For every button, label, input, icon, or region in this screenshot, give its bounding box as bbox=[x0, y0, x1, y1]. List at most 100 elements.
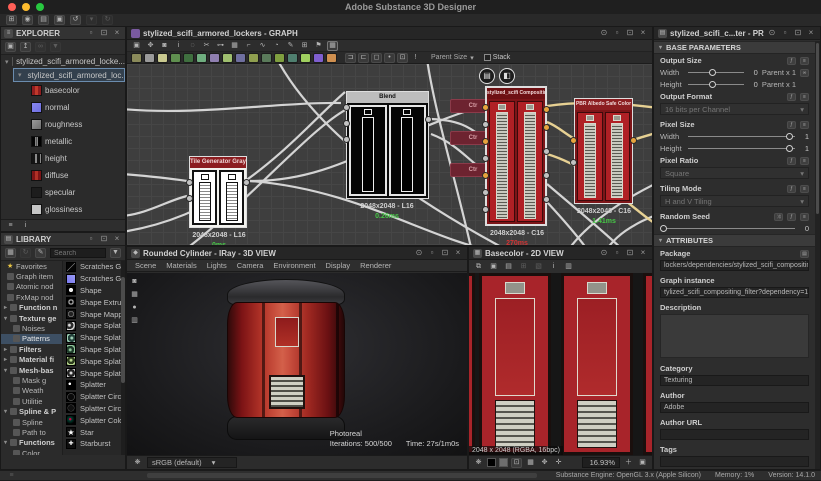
graph-tab-title[interactable]: stylized_scifi_armored_lockers - GRAPH bbox=[143, 29, 596, 38]
duplicate-icon[interactable]: ⧉ bbox=[473, 262, 484, 272]
graph-canvas[interactable]: Tile Generator Grayscale 2048x2048 - L16… bbox=[127, 64, 652, 245]
category-row[interactable]: Texture ge bbox=[1, 313, 62, 323]
view2d-tab-title[interactable]: Basecolor - 2D VIEW bbox=[485, 249, 596, 258]
output-row[interactable]: specular bbox=[1, 184, 125, 201]
category-row[interactable]: Mask g bbox=[1, 375, 62, 385]
background-swatch[interactable] bbox=[487, 458, 496, 467]
zoom-in-icon[interactable]: ＋ bbox=[623, 458, 634, 468]
straight-links-icon[interactable]: ⌐ bbox=[243, 41, 254, 51]
category-row[interactable]: Graph item bbox=[1, 271, 62, 281]
toggle-thumbnail-icon[interactable]: ◧ bbox=[499, 68, 515, 84]
output-port[interactable] bbox=[543, 106, 550, 113]
input-port[interactable] bbox=[343, 120, 350, 127]
category-row[interactable]: Favorites bbox=[1, 261, 62, 271]
frame-icon[interactable]: ⊞ bbox=[299, 41, 310, 51]
category-row[interactable]: Utilitie bbox=[1, 396, 62, 406]
info-icon[interactable]: i bbox=[20, 221, 31, 231]
zoom-level-field[interactable]: 16.93% bbox=[582, 457, 620, 468]
input-port[interactable] bbox=[570, 137, 577, 144]
input-port[interactable] bbox=[186, 179, 193, 186]
comment-icon[interactable]: ◻ bbox=[371, 53, 382, 63]
material-icon[interactable]: ● bbox=[129, 303, 140, 313]
pin-panel-icon[interactable]: ⊙ bbox=[599, 28, 609, 38]
channels-icon[interactable]: ❋ bbox=[473, 458, 484, 468]
library-item[interactable]: Shape bbox=[63, 285, 125, 297]
close-panel-icon[interactable]: × bbox=[806, 28, 816, 38]
channel-shuffle-node-icon[interactable] bbox=[183, 53, 194, 63]
graph-instance-field[interactable]: tylized_scifi_compositing_filter?depende… bbox=[660, 287, 809, 298]
height-node-icon[interactable] bbox=[300, 53, 311, 63]
output-row[interactable]: metallic bbox=[1, 133, 125, 150]
grid-snap-icon[interactable]: ▦ bbox=[327, 41, 338, 51]
pin-graph-icon[interactable]: ⚑ bbox=[313, 41, 324, 51]
tiling-icon[interactable]: ▧ bbox=[533, 262, 544, 272]
function-icon[interactable]: ƒ bbox=[787, 57, 796, 65]
wireframe-icon[interactable]: ▦ bbox=[129, 290, 140, 300]
output-node-icon[interactable]: ⊏ bbox=[358, 53, 369, 63]
library-item[interactable]: Splatter Color bbox=[63, 414, 125, 426]
library-item[interactable]: Shape Splatter Ble... bbox=[63, 344, 125, 356]
output-format-dropdown[interactable]: 16 bits per Channel ▾ bbox=[660, 103, 809, 115]
output-row[interactable]: glossiness bbox=[1, 201, 125, 218]
input-port[interactable] bbox=[482, 155, 489, 162]
width-slider[interactable] bbox=[688, 68, 744, 77]
gradient-node-icon[interactable] bbox=[209, 53, 220, 63]
author-url-field[interactable] bbox=[660, 429, 809, 440]
normal-node-icon[interactable] bbox=[248, 53, 259, 63]
param-menu-icon[interactable]: ≡ bbox=[800, 213, 809, 221]
input-port[interactable] bbox=[343, 136, 350, 143]
graph-row[interactable]: ▾ stylized_scifi_armored_loc... bbox=[13, 68, 125, 82]
view3d-menu-item[interactable]: Scene bbox=[135, 261, 156, 270]
undo-dropdown-icon[interactable]: ▾ bbox=[86, 15, 97, 25]
param-menu-icon[interactable]: ≡ bbox=[800, 93, 809, 101]
image-icon[interactable]: ▦ bbox=[229, 41, 240, 51]
expand-arrow-icon[interactable]: ▾ bbox=[5, 58, 9, 66]
output-row[interactable]: height bbox=[1, 150, 125, 167]
center-icon[interactable]: ✛ bbox=[553, 458, 564, 468]
tile-generator-node[interactable]: Tile Generator Grayscale bbox=[189, 156, 247, 228]
input-port[interactable] bbox=[482, 172, 489, 179]
transform-node-icon[interactable] bbox=[274, 53, 285, 63]
input-port[interactable] bbox=[482, 189, 489, 196]
library-item[interactable]: Splatter Circul... bbox=[63, 391, 125, 403]
link-resource-icon[interactable]: ◉ bbox=[22, 15, 33, 25]
function-icon[interactable]: ƒ bbox=[787, 121, 796, 129]
dot-node-icon[interactable]: • bbox=[384, 53, 395, 63]
blend-node[interactable]: Blend bbox=[346, 91, 429, 199]
uniform-color-node-icon[interactable] bbox=[131, 53, 142, 63]
input-node-icon[interactable]: ⊐ bbox=[345, 53, 356, 63]
colorspace-dropdown[interactable]: sRGB (default) ▾ bbox=[147, 457, 237, 468]
transform-widget-icon[interactable]: ⊞ bbox=[518, 262, 529, 272]
input-port[interactable] bbox=[570, 159, 577, 166]
category-row[interactable]: Material fi bbox=[1, 355, 62, 365]
random-seed-slider[interactable] bbox=[660, 224, 795, 233]
tiling-mode-dropdown[interactable]: H and V Tiling ▾ bbox=[660, 195, 809, 207]
grid-icon[interactable]: ▦ bbox=[525, 458, 536, 468]
curvature-node-icon[interactable] bbox=[313, 53, 324, 63]
view3d-menu-item[interactable]: Lights bbox=[207, 261, 227, 270]
category-row[interactable]: Spline bbox=[1, 417, 62, 427]
category-row[interactable]: FxMap nod bbox=[1, 292, 62, 302]
output-row[interactable]: roughness bbox=[1, 116, 125, 133]
save-icon[interactable]: ▣ bbox=[5, 42, 16, 52]
undo-icon[interactable]: ↺ bbox=[70, 15, 81, 25]
category-row[interactable]: Patterns bbox=[1, 334, 62, 344]
link-icon[interactable]: ∞ bbox=[35, 42, 46, 52]
input-port[interactable] bbox=[482, 104, 489, 111]
filter-icon[interactable]: ▼ bbox=[110, 248, 121, 258]
view3d-tab-title[interactable]: Rounded Cylinder - IRay - 3D VIEW bbox=[143, 249, 411, 258]
select-tool-icon[interactable]: ▣ bbox=[131, 41, 142, 51]
base-parameters-header[interactable]: ▾ BASE PARAMETERS bbox=[654, 41, 815, 54]
zoom-tool-icon[interactable]: ◌ bbox=[187, 41, 198, 51]
library-item[interactable]: Scratches Generator bbox=[63, 261, 125, 273]
levels-node-icon[interactable] bbox=[235, 53, 246, 63]
lock-zoom-icon[interactable]: ▣ bbox=[637, 458, 648, 468]
width-slider[interactable] bbox=[688, 132, 795, 141]
pen-icon[interactable]: ✎ bbox=[285, 41, 296, 51]
refresh-icon[interactable]: ↻ bbox=[20, 248, 31, 258]
maximize-panel-icon[interactable]: ⊡ bbox=[99, 28, 109, 38]
library-item[interactable]: Shape Splatter ... bbox=[63, 367, 125, 379]
camera-icon[interactable]: ◙ bbox=[129, 277, 140, 287]
close-panel-icon[interactable]: × bbox=[112, 234, 122, 244]
float-panel-icon[interactable]: ▫ bbox=[86, 234, 96, 244]
